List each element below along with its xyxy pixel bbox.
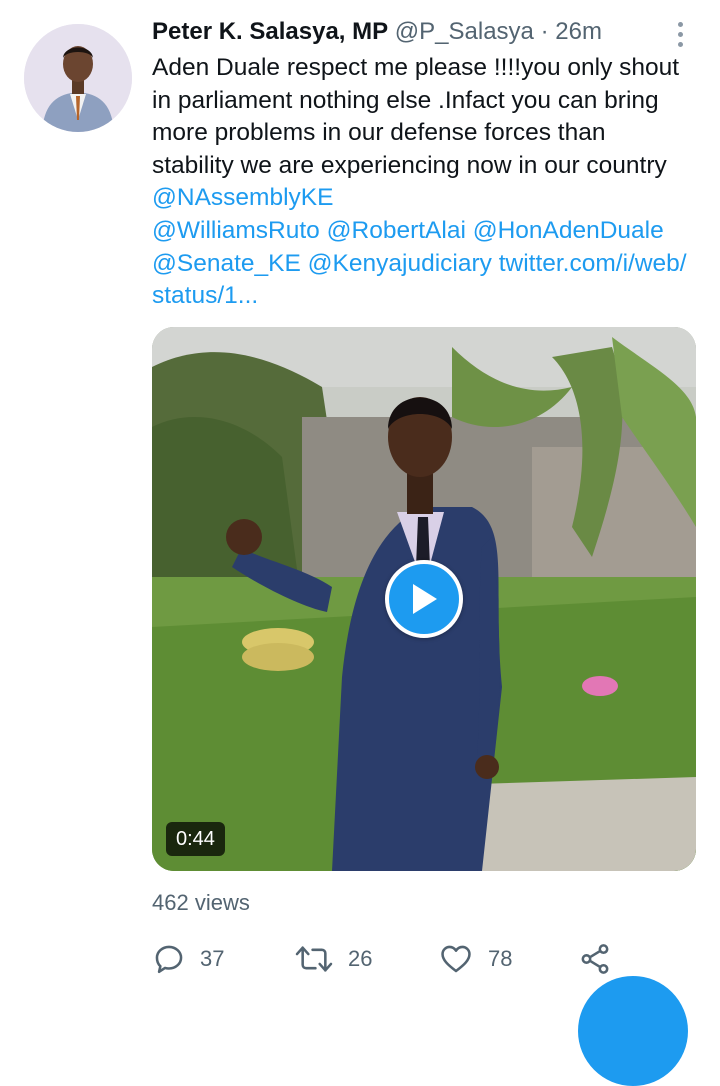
video-duration: 0:44	[166, 822, 225, 856]
reply-icon	[155, 945, 183, 974]
view-count[interactable]: 462 views	[152, 890, 250, 916]
reply-count: 37	[200, 946, 225, 971]
separator-dot: ·	[540, 18, 549, 45]
share-button[interactable]	[578, 936, 612, 982]
avatar[interactable]	[24, 24, 132, 132]
video-player[interactable]: 0:44	[152, 327, 696, 871]
tweet-text: Aden Duale respect me please !!!!you onl…	[152, 52, 700, 313]
retweet-button[interactable]: 26	[294, 936, 372, 982]
tweet-header: Peter K. Salasya, MP @P_Salasya · 26m	[152, 18, 652, 54]
author-handle[interactable]: @P_Salasya	[395, 18, 534, 45]
share-icon	[581, 944, 609, 974]
like-button[interactable]: 78	[438, 936, 512, 982]
mention-robertalai[interactable]: @RobertAlai	[327, 217, 466, 244]
heart-icon	[441, 945, 471, 973]
mention-senate-ke[interactable]: @Senate_KE	[152, 250, 301, 277]
tweet-link-continued[interactable]: status/1...	[152, 282, 258, 309]
tweet-link[interactable]: twitter.com/i/web/	[499, 250, 687, 277]
play-icon	[413, 584, 437, 614]
tweet-actions: 37 26 78	[152, 936, 712, 982]
retweet-count: 26	[348, 946, 373, 971]
mention-honadenduale[interactable]: @HonAdenDuale	[473, 217, 664, 244]
reply-button[interactable]: 37	[152, 936, 224, 982]
like-count: 78	[488, 946, 513, 971]
tweet[interactable]: Peter K. Salasya, MP @P_Salasya · 26m Ad…	[0, 0, 720, 1086]
compose-tweet-button[interactable]	[578, 976, 688, 1086]
retweet-icon	[295, 946, 333, 972]
author-name[interactable]: Peter K. Salasya, MP	[152, 18, 388, 45]
tweet-time[interactable]: 26m	[555, 18, 602, 45]
tweet-line: Aden Duale respect me please !!!!you onl…	[152, 54, 680, 81]
play-button[interactable]	[385, 560, 463, 638]
mention-kenyajudiciary[interactable]: @Kenyajudiciary	[308, 250, 492, 277]
tweet-line: in parliament nothing else .Infact you c…	[152, 86, 659, 114]
more-vertical-icon[interactable]	[664, 16, 696, 52]
mention-nassemblyke[interactable]: @NAssemblyKE	[152, 184, 333, 211]
tweet-line: stability we are experiencing now in our…	[152, 151, 667, 179]
tweet-line: more problems in our defense forces than	[152, 119, 606, 147]
mention-williamsruto[interactable]: @WilliamsRuto	[152, 217, 320, 244]
